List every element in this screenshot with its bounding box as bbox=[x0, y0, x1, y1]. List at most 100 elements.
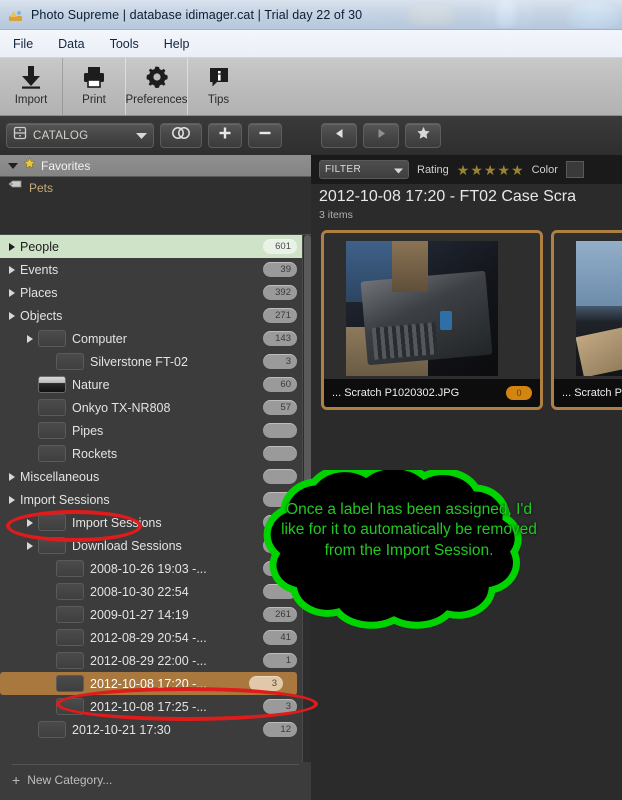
tree-row-count: 261 bbox=[263, 606, 297, 622]
tree-row-count: 41 bbox=[263, 629, 297, 645]
catalog-selector[interactable]: CATALOG bbox=[6, 123, 154, 148]
favorites-header[interactable]: Favorites bbox=[0, 155, 311, 177]
category-thumbnail bbox=[56, 560, 84, 577]
filter-bar: FILTER Rating ★ ★ ★ ★ ★ Color bbox=[311, 155, 622, 184]
tree-row[interactable]: Silverstone FT-02 3 bbox=[0, 350, 311, 373]
tree-row[interactable]: Download Sessions bbox=[0, 534, 311, 557]
tree-row[interactable]: People 601 bbox=[0, 235, 311, 258]
tree-row[interactable]: Events 39 bbox=[0, 258, 311, 281]
tree-row[interactable]: 2012-08-29 22:00 -... 1 bbox=[0, 649, 311, 672]
chevron-down-icon bbox=[136, 127, 147, 145]
star-icon[interactable]: ★ bbox=[457, 163, 470, 177]
tree-row[interactable]: Computer 143 bbox=[0, 327, 311, 350]
add-button[interactable] bbox=[208, 123, 242, 148]
star-icon[interactable]: ★ bbox=[470, 163, 483, 177]
category-thumbnail bbox=[38, 514, 66, 531]
tree-row[interactable]: Rockets bbox=[0, 442, 311, 465]
chevron-right-icon[interactable] bbox=[4, 265, 20, 274]
new-category-button[interactable]: + New Category... bbox=[0, 765, 311, 795]
tree-row-count: 3 bbox=[263, 353, 297, 369]
tree-row-count: 143 bbox=[263, 330, 297, 346]
session-header: 2012-10-08 17:20 - FT02 Case Scra 3 item… bbox=[311, 184, 622, 230]
tree-row-count: 392 bbox=[263, 284, 297, 300]
tree-row-count bbox=[263, 537, 297, 553]
rating-stars[interactable]: ★ ★ ★ ★ ★ bbox=[457, 163, 524, 177]
triangle-right-icon bbox=[375, 127, 388, 145]
star-icon[interactable]: ★ bbox=[511, 163, 524, 177]
download-arrow-icon bbox=[18, 63, 44, 91]
tree-row[interactable]: 2008-10-30 22:54 bbox=[0, 580, 311, 603]
chevron-right-icon[interactable] bbox=[4, 311, 20, 320]
color-swatch[interactable] bbox=[565, 161, 584, 178]
menu-item-help[interactable]: Help bbox=[161, 35, 193, 53]
category-thumbnail bbox=[56, 675, 84, 692]
tree-row-count bbox=[263, 491, 297, 507]
tree-row[interactable]: 2012-10-08 17:25 -... 3 bbox=[0, 695, 311, 718]
tree-row[interactable]: Places 392 bbox=[0, 281, 311, 304]
tree-scrollbar-thumb[interactable] bbox=[304, 235, 311, 535]
case-scratch-photo bbox=[346, 241, 498, 376]
tree-row[interactable]: 2012-08-29 20:54 -... 41 bbox=[0, 626, 311, 649]
category-thumbnail bbox=[56, 698, 84, 715]
tree-row[interactable]: Import Sessions bbox=[0, 511, 311, 534]
filter-dropdown[interactable]: FILTER bbox=[319, 160, 409, 179]
category-thumbnail bbox=[38, 537, 66, 554]
drawer-cabinet-icon bbox=[13, 126, 27, 145]
tree-row-count: 57 bbox=[263, 399, 297, 415]
back-button[interactable] bbox=[321, 123, 357, 148]
chevron-right-icon[interactable] bbox=[4, 242, 20, 251]
tree-row-count: 601 bbox=[263, 238, 297, 254]
menu-item-data[interactable]: Data bbox=[55, 35, 87, 53]
category-thumbnail bbox=[38, 721, 66, 738]
chevron-right-icon[interactable] bbox=[22, 518, 38, 527]
star-icon bbox=[416, 126, 431, 146]
chevron-right-icon[interactable] bbox=[4, 472, 20, 481]
star-icon[interactable]: ★ bbox=[484, 163, 497, 177]
tree-row[interactable]: Nature 60 bbox=[0, 373, 311, 396]
case-side-photo bbox=[576, 241, 622, 376]
tree-row-count: 60 bbox=[263, 376, 297, 392]
color-label: Color bbox=[531, 163, 558, 176]
tips-button[interactable]: Tips bbox=[187, 58, 249, 115]
print-button[interactable]: Print bbox=[63, 58, 125, 115]
chevron-right-icon[interactable] bbox=[4, 495, 20, 504]
favorite-item-pets[interactable]: Pets bbox=[0, 177, 311, 199]
import-button[interactable]: Import bbox=[0, 58, 62, 115]
thumbnail-tile[interactable]: ... Scratch P1 bbox=[551, 230, 622, 410]
tree-row-label: Places bbox=[20, 285, 58, 300]
favorite-item-label: Pets bbox=[29, 181, 54, 195]
tree-row[interactable]: 2012-10-21 17:30 12 bbox=[0, 718, 311, 741]
print-button-label: Print bbox=[82, 94, 106, 106]
tree-row[interactable]: 2009-01-27 14:19 261 bbox=[0, 603, 311, 626]
forward-button[interactable] bbox=[363, 123, 399, 148]
preferences-button[interactable]: Preferences bbox=[125, 58, 188, 115]
tree-row[interactable]: 2008-10-26 19:03 -... bbox=[0, 557, 311, 580]
tree-scrollbar[interactable] bbox=[302, 235, 311, 762]
tree-row-label: Import Sessions bbox=[20, 492, 110, 507]
category-tree[interactable]: People 601 Events 39 Places 392 Objects 271 Comp… bbox=[0, 235, 311, 762]
favorites-list: Pets bbox=[0, 177, 311, 235]
chevron-right-icon[interactable] bbox=[4, 288, 20, 297]
menu-item-tools[interactable]: Tools bbox=[107, 35, 142, 53]
tree-row-label: Miscellaneous bbox=[20, 469, 100, 484]
plus-icon: + bbox=[12, 772, 21, 788]
thumbnail-tile[interactable]: ... Scratch P1020302.JPG 0 bbox=[321, 230, 543, 410]
star-icon[interactable]: ★ bbox=[497, 163, 510, 177]
menu-bar: File Data Tools Help bbox=[0, 30, 622, 58]
favorites-header-label: Favorites bbox=[41, 158, 91, 173]
tree-row[interactable]: 2012-10-08 17:20 -... 3 bbox=[0, 672, 297, 695]
main-toolbar: Import Print Preferences Tips bbox=[0, 58, 622, 116]
favorite-button[interactable] bbox=[405, 123, 441, 148]
tree-row[interactable]: Objects 271 bbox=[0, 304, 311, 327]
remove-button[interactable] bbox=[248, 123, 282, 148]
tree-row[interactable]: Import Sessions bbox=[0, 488, 311, 511]
tree-row-count: 12 bbox=[263, 721, 297, 737]
tree-row[interactable]: Pipes bbox=[0, 419, 311, 442]
compare-button[interactable] bbox=[160, 123, 202, 148]
menu-item-file[interactable]: File bbox=[10, 35, 36, 53]
chevron-right-icon[interactable] bbox=[22, 334, 38, 343]
tree-row-count bbox=[263, 468, 297, 484]
tree-row[interactable]: Onkyo TX-NR808 57 bbox=[0, 396, 311, 419]
chevron-right-icon[interactable] bbox=[22, 541, 38, 550]
tree-row[interactable]: Miscellaneous bbox=[0, 465, 311, 488]
